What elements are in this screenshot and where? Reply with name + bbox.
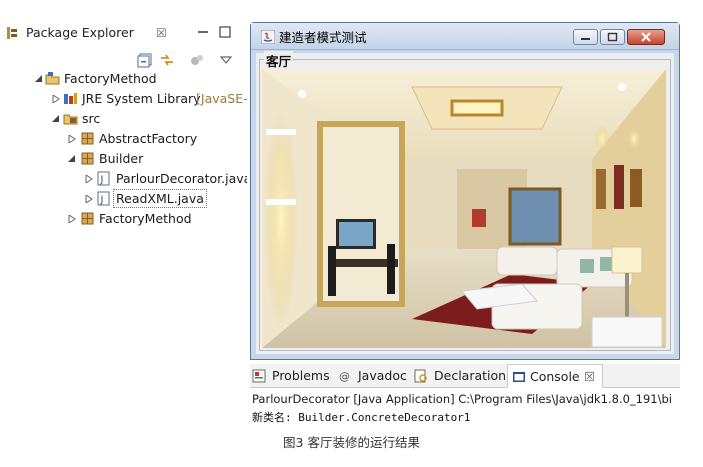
bottom-tab-strip: Problems @ Javadoc Declaration Console ☒ [250, 364, 680, 388]
package-icon [81, 212, 94, 225]
svg-text:J: J [100, 175, 104, 186]
expanded-arrow-icon[interactable] [35, 75, 43, 83]
window-title: 建造者模式测试 [279, 30, 367, 45]
collapsed-arrow-icon[interactable] [68, 215, 76, 223]
java-app-icon [261, 30, 275, 44]
tab-javadoc[interactable]: @ Javadoc [338, 364, 412, 388]
declaration-icon [414, 369, 427, 383]
tab-console[interactable]: Console ☒ [507, 364, 603, 388]
console-launch-description: ParlourDecorator [Java Application] C:\P… [252, 392, 672, 406]
view-menu-icon[interactable] [218, 52, 234, 68]
console-icon [513, 372, 525, 382]
tree-item-label: FactoryMethod [64, 71, 157, 86]
tree-item-label: AbstractFactory [99, 131, 198, 146]
java-file-icon: J [97, 191, 110, 206]
tree-item-label: src [82, 111, 101, 126]
window-title-bar[interactable]: 建造者模式测试 [251, 23, 679, 50]
collapsed-arrow-icon[interactable] [68, 135, 76, 143]
tree-item-label: FactoryMethod [99, 211, 192, 226]
close-window-button[interactable] [627, 29, 665, 45]
library-icon [64, 93, 77, 104]
problems-icon [252, 369, 266, 383]
package-explorer-tab[interactable]: Package Explorer ☒ [7, 22, 176, 46]
maximize-icon[interactable] [218, 25, 232, 39]
tab-label: Problems [272, 368, 330, 383]
tree-item-label: ReadXML.java [113, 189, 207, 208]
minimize-icon[interactable] [196, 25, 210, 39]
tree-item-label: JRE System Library [82, 91, 201, 106]
close-icon[interactable]: ☒ [584, 365, 595, 389]
console-output-line: 新类名: Builder.ConcreteDecorator1 [252, 411, 471, 424]
tab-label: Javadoc [358, 368, 407, 383]
package-explorer-label: Package Explorer [26, 25, 134, 40]
java-file-icon: J [97, 171, 110, 186]
maximize-icon [607, 32, 618, 42]
minimize-window-button[interactable] [573, 29, 598, 45]
figure-caption: 图3 客厅装修的运行结果 [283, 435, 420, 450]
javadoc-icon: @ [339, 370, 350, 383]
svg-text:@: @ [339, 370, 350, 383]
tab-label: Declaration [434, 368, 507, 383]
living-room-image [262, 69, 666, 348]
panel-title: 客厅 [264, 51, 294, 70]
package-explorer-icon [7, 27, 17, 39]
close-icon[interactable]: ☒ [156, 22, 167, 44]
package-icon [81, 152, 94, 165]
tree-item-label: Builder [99, 151, 144, 166]
source-folder-icon [63, 114, 78, 125]
bottom-views-panel: Problems @ Javadoc Declaration Console ☒… [250, 364, 680, 426]
collapsed-arrow-icon[interactable] [85, 195, 93, 203]
collapsed-arrow-icon[interactable] [52, 95, 60, 103]
tree-item-label: ParlourDecorator.java [116, 171, 247, 186]
collapse-all-icon[interactable] [137, 52, 153, 68]
app-window: 建造者模式测试 客厅 [250, 22, 680, 360]
link-with-editor-icon[interactable] [159, 52, 175, 68]
tab-label: Console [530, 369, 580, 384]
tab-problems[interactable]: Problems [252, 364, 338, 388]
package-explorer-view: Package Explorer ☒ FactoryMethod JRE Sys… [0, 22, 247, 237]
expanded-arrow-icon[interactable] [52, 115, 60, 123]
collapsed-arrow-icon[interactable] [85, 175, 93, 183]
minimize-icon [581, 38, 590, 40]
package-icon [81, 132, 94, 145]
expanded-arrow-icon[interactable] [68, 155, 76, 163]
close-icon [641, 32, 651, 42]
maximize-window-button[interactable] [600, 29, 625, 45]
svg-text:J: J [100, 195, 104, 206]
tree-item-decoration: [JavaSE- [196, 91, 247, 106]
project-icon [45, 72, 60, 85]
tab-declaration[interactable]: Declaration [414, 364, 506, 388]
focus-icon[interactable] [189, 52, 205, 68]
